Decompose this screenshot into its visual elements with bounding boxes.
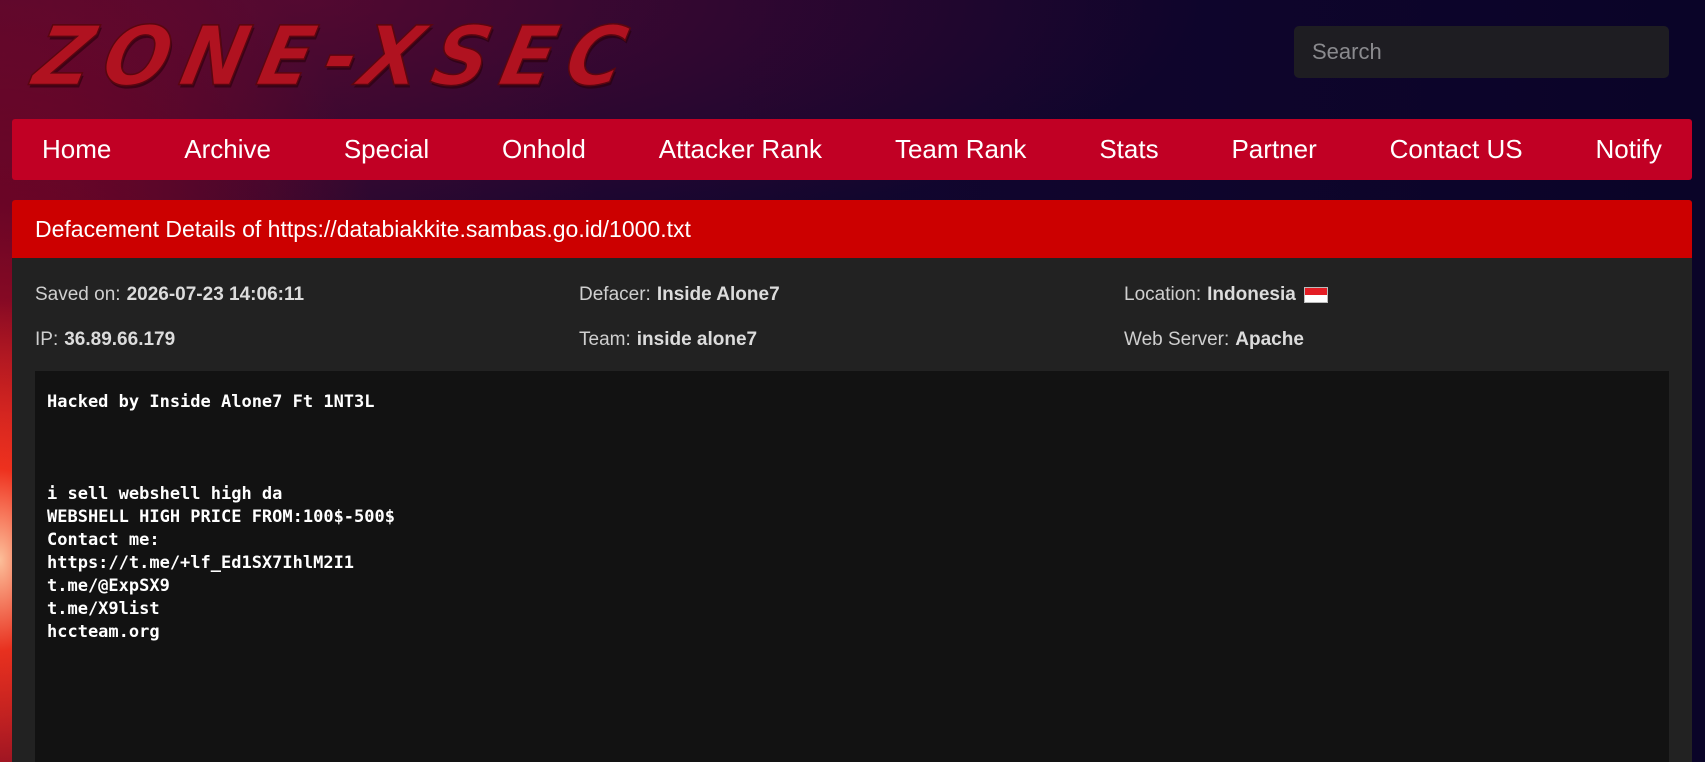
location-field: Location: Indonesia	[1124, 284, 1328, 306]
site-logo-text: ZONE-XSEC	[25, 9, 647, 105]
nav-item-special[interactable]: Special	[344, 134, 429, 165]
defacer-label: Defacer:	[579, 284, 651, 305]
nav-item-attacker-rank[interactable]: Attacker Rank	[659, 134, 822, 165]
nav-item-notify[interactable]: Notify	[1595, 134, 1661, 165]
site-logo[interactable]: ZONE-XSEC	[25, 9, 647, 105]
main-nav: Home Archive Special Onhold Attacker Ran…	[12, 119, 1692, 180]
nav-item-archive[interactable]: Archive	[184, 134, 271, 165]
ip-label: IP:	[35, 329, 59, 350]
defacer-value[interactable]: Inside Alone7	[657, 284, 780, 306]
web-server-label: Web Server:	[1124, 329, 1230, 350]
nav-item-stats[interactable]: Stats	[1099, 134, 1158, 165]
team-value[interactable]: inside alone7	[637, 329, 757, 351]
web-server-value: Apache	[1235, 329, 1304, 350]
saved-on-field: Saved on: 2026-07-23 14:06:11	[35, 284, 304, 306]
mirror-content-box[interactable]: Hacked by Inside Alone7 Ft 1NT3L i sell …	[35, 371, 1669, 762]
team-field: Team: inside alone7	[579, 329, 757, 351]
team-label: Team:	[579, 329, 631, 350]
nav-item-team-rank[interactable]: Team Rank	[895, 134, 1027, 165]
nav-item-onhold[interactable]: Onhold	[502, 134, 586, 165]
saved-on-value: 2026-07-23 14:06:11	[126, 284, 305, 305]
ip-value: 36.89.66.179	[64, 329, 176, 350]
defacement-details-panel: Defacement Details of https://databiakki…	[12, 200, 1692, 762]
ip-field: IP: 36.89.66.179	[35, 329, 175, 351]
details-info-grid: Saved on: 2026-07-23 14:06:11 Defacer: I…	[12, 258, 1692, 370]
search-box[interactable]	[1294, 26, 1669, 78]
indonesia-flag-icon	[1303, 287, 1328, 303]
location-value: Indonesia	[1207, 284, 1296, 305]
search-input[interactable]	[1310, 38, 1653, 66]
nav-item-partner[interactable]: Partner	[1231, 134, 1316, 165]
panel-title: Defacement Details of https://databiakki…	[12, 200, 1692, 258]
nav-item-contact-us[interactable]: Contact US	[1390, 134, 1523, 165]
location-label: Location:	[1124, 284, 1202, 305]
mirror-content-text: Hacked by Inside Alone7 Ft 1NT3L i sell …	[47, 392, 395, 642]
defacer-field: Defacer: Inside Alone7	[579, 284, 780, 306]
nav-item-home[interactable]: Home	[42, 134, 111, 165]
web-server-field: Web Server: Apache	[1124, 329, 1304, 351]
saved-on-label: Saved on:	[35, 284, 121, 305]
